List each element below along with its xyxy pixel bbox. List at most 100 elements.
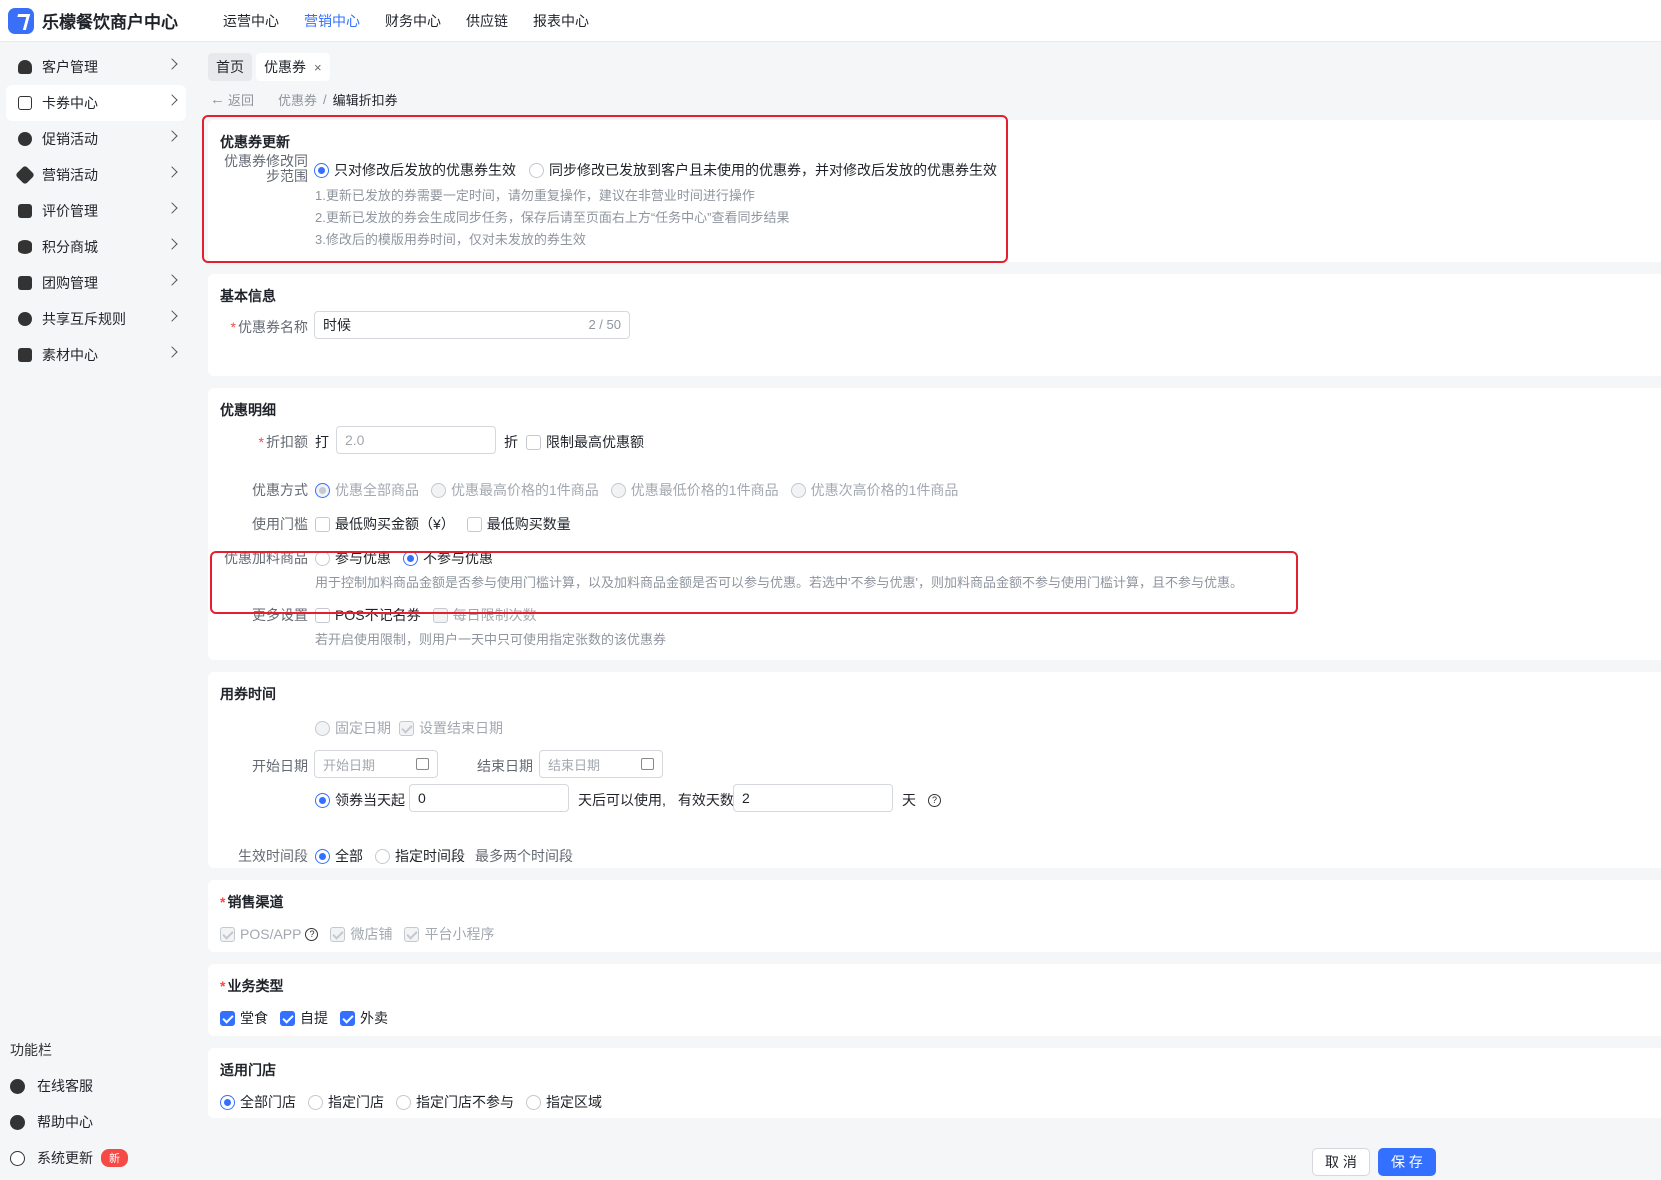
radio-specific-stores[interactable] xyxy=(308,1094,323,1110)
coupon-name-input[interactable]: 时候 2 / 50 xyxy=(314,311,630,339)
valid-days-input[interactable]: 2 xyxy=(733,784,893,812)
channel-microstore-checkbox[interactable] xyxy=(330,926,346,942)
back-link[interactable]: 返回 xyxy=(228,90,254,109)
sidebar-item-promotion[interactable]: 促销活动 xyxy=(6,121,186,157)
channel-pos-checkbox[interactable] xyxy=(220,926,235,942)
headset-icon xyxy=(10,1078,25,1094)
sidebar-item-material[interactable]: 素材中心 xyxy=(6,337,186,373)
basic-info-section: 基本信息 * 优惠券名称 时候 2 / 50 xyxy=(208,274,1661,376)
fixed-date-row: 固定日期 设置结束日期 xyxy=(315,718,503,738)
sidebar-item-customer[interactable]: 客户管理 xyxy=(6,49,186,85)
biz-type-group: 堂食 自提 外卖 xyxy=(220,1008,388,1028)
sidebar-system-update[interactable]: 系统更新新 xyxy=(10,1148,128,1168)
sidebar-item-points-mall[interactable]: 积分商城 xyxy=(6,229,186,265)
breadcrumb-parent[interactable]: 优惠券 xyxy=(278,90,317,109)
coupon-name-label: * 优惠券名称 xyxy=(208,317,308,337)
topnav-supply[interactable]: 供应链 xyxy=(466,11,508,31)
checkbox-label: 平台小程序 xyxy=(424,926,495,942)
main-content: 首页 优惠券 × ← 返回 优惠券 / 编辑折扣券 优惠券更新 优惠券修改同 步范… xyxy=(194,42,1661,1180)
biz-dinein-checkbox[interactable] xyxy=(220,1010,235,1026)
sidebar-item-coupon-center[interactable]: 卡券中心 xyxy=(6,85,186,121)
tab-coupon[interactable]: 优惠券 × xyxy=(256,53,330,81)
sidebar-item-label: 积分商城 xyxy=(42,239,98,255)
close-icon[interactable]: × xyxy=(314,60,322,75)
checkbox-label: 外卖 xyxy=(360,1010,388,1026)
logo[interactable]: 乐檬餐饮商户中心 xyxy=(8,7,208,34)
limit-max-checkbox[interactable] xyxy=(526,434,541,450)
input-value: 时候 xyxy=(323,317,351,333)
discount-input[interactable]: 2.0 xyxy=(336,426,496,454)
min-amount-checkbox[interactable] xyxy=(315,516,330,532)
radio-label: 指定门店 xyxy=(328,1094,384,1110)
set-end-date-checkbox[interactable] xyxy=(399,720,414,736)
radio-method-all[interactable] xyxy=(315,482,330,498)
topnav-report[interactable]: 报表中心 xyxy=(533,11,589,31)
input-placeholder: 开始日期 xyxy=(323,757,376,773)
help-icon[interactable]: ? xyxy=(305,927,319,941)
biz-pickup-checkbox[interactable] xyxy=(280,1010,295,1026)
start-date-input[interactable]: 开始日期 xyxy=(314,750,438,778)
radio-label: 指定门店不参与 xyxy=(416,1094,514,1110)
highlight-box-update xyxy=(202,115,1008,263)
radio-method-second[interactable] xyxy=(790,482,806,498)
business-type-section: * 业务类型 堂食 自提 外卖 xyxy=(208,964,1661,1036)
radio-fixed-date[interactable] xyxy=(315,720,330,736)
radio-method-lowest[interactable] xyxy=(610,482,626,498)
sidebar-item-group-buy[interactable]: 团购管理 xyxy=(6,265,186,301)
sidebar-online-service[interactable]: 在线客服 xyxy=(10,1076,93,1096)
input-placeholder: 结束日期 xyxy=(548,757,601,773)
biz-delivery-checkbox[interactable] xyxy=(340,1010,355,1026)
app-logo-icon xyxy=(8,7,34,34)
sidebar-item-label: 素材中心 xyxy=(42,347,98,363)
use-time-section: 用券时间 固定日期 设置结束日期 开始日期 开始日期 结束日期 结束日期 领券当… xyxy=(208,672,1661,868)
chevron-right-icon xyxy=(166,310,178,322)
radio-all-stores[interactable] xyxy=(220,1094,235,1110)
chevron-right-icon xyxy=(166,274,178,286)
sidebar-item-review[interactable]: 评价管理 xyxy=(6,193,186,229)
radio-method-highest[interactable] xyxy=(431,482,446,498)
radio-specific-region[interactable] xyxy=(526,1094,541,1110)
tab-label: 优惠券 xyxy=(264,59,306,75)
breadcrumb: ← 返回 优惠券 / 编辑折扣券 xyxy=(210,90,398,109)
checkbox-label: 自提 xyxy=(300,1010,328,1026)
top-bar: 乐檬餐饮商户中心 运营中心 营销中心 财务中心 供应链 报表中心 xyxy=(0,0,1661,42)
char-count: 2 / 50 xyxy=(588,317,621,332)
radio-period-all[interactable] xyxy=(315,848,330,864)
valid-days-label: 有效天数 xyxy=(677,792,734,808)
section-title: * 销售渠道 xyxy=(220,892,283,912)
radio-from-receive-day[interactable] xyxy=(315,792,330,808)
end-date-input[interactable]: 结束日期 xyxy=(539,750,663,778)
top-nav: 运营中心 营销中心 财务中心 供应链 报表中心 xyxy=(223,11,614,31)
sidebar: 客户管理 卡券中心 促销活动 营销活动 评价管理 积分商城 团购管理 共享互斥规… xyxy=(0,42,194,1180)
sidebar-item-marketing[interactable]: 营销活动 xyxy=(6,157,186,193)
checkbox-label: 限制最高优惠额 xyxy=(546,434,644,450)
store-icon xyxy=(18,276,32,290)
chevron-right-icon xyxy=(166,202,178,214)
sidebar-help-center[interactable]: 帮助中心 xyxy=(10,1112,93,1132)
days-after-input[interactable]: 0 xyxy=(409,784,569,812)
channel-miniprogram-checkbox[interactable] xyxy=(404,926,420,942)
required-mark: * xyxy=(258,434,264,450)
checkbox-label: 堂食 xyxy=(240,1010,268,1026)
topnav-marketing[interactable]: 营销中心 xyxy=(304,11,360,31)
breadcrumb-separator: / xyxy=(323,92,327,107)
edit-icon xyxy=(18,204,32,218)
topnav-finance[interactable]: 财务中心 xyxy=(385,11,441,31)
store-radio-group: 全部门店 指定门店 指定门店不参与 指定区域 xyxy=(220,1092,602,1112)
radio-period-custom[interactable] xyxy=(375,848,390,864)
sidebar-item-share-rules[interactable]: 共享互斥规则 xyxy=(6,301,186,337)
radio-label: 指定区域 xyxy=(546,1094,602,1110)
back-arrow-icon[interactable]: ← xyxy=(210,91,225,108)
min-quantity-checkbox[interactable] xyxy=(466,516,482,532)
question-icon xyxy=(10,1114,25,1130)
topnav-operation[interactable]: 运营中心 xyxy=(223,11,279,31)
radio-label: 全部门店 xyxy=(240,1094,296,1110)
save-button[interactable]: 保 存 xyxy=(1378,1148,1436,1176)
help-icon[interactable]: ? xyxy=(928,793,941,807)
cancel-button[interactable]: 取 消 xyxy=(1312,1148,1370,1176)
radio-exclude-stores[interactable] xyxy=(396,1094,411,1110)
tab-home[interactable]: 首页 xyxy=(208,53,252,81)
threshold-label: 使用门槛 xyxy=(252,516,308,532)
sidebar-item-label: 共享互斥规则 xyxy=(42,311,126,327)
sidebar-item-label: 在线客服 xyxy=(37,1078,93,1094)
